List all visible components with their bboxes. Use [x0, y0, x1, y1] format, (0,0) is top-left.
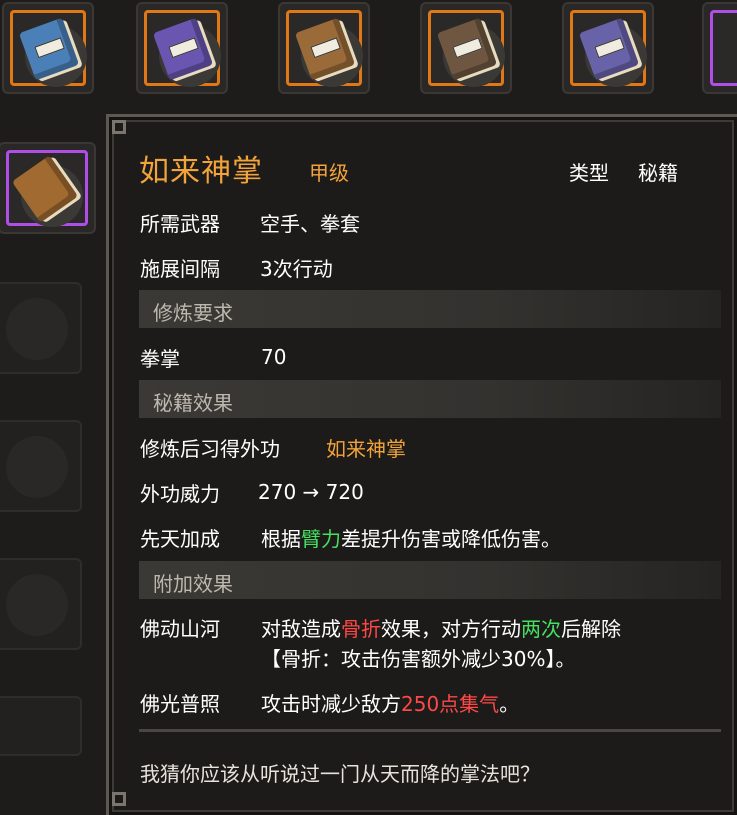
- inventory-slot-4[interactable]: [420, 2, 512, 94]
- interval-value: 3次行动: [260, 257, 333, 281]
- innate-text-pre: 根据: [261, 527, 301, 551]
- power-label: 外功威力: [140, 482, 220, 506]
- weapon-value: 空手、拳套: [260, 212, 360, 236]
- inventory-slot-2[interactable]: [136, 2, 228, 94]
- bonus-effect-2-red: 250点集气: [401, 692, 500, 716]
- bonus-effect-2-label: 佛光普照: [140, 692, 220, 716]
- innate-text-post: 差提升伤害或降低伤害。: [341, 527, 561, 551]
- inventory-slot-6[interactable]: [702, 2, 737, 94]
- effects-header-label: 秘籍效果: [153, 391, 233, 415]
- bonus-effect-2-pre: 攻击时减少敌方: [261, 692, 401, 716]
- book-label: [310, 37, 341, 59]
- inventory-slot-5[interactable]: [562, 2, 654, 94]
- panel-corner-ornament: [112, 792, 126, 806]
- book-label: [452, 37, 483, 59]
- bonus-effect-1-label: 佛动山河: [140, 617, 220, 641]
- bonus-effect-1-red: 骨折: [341, 617, 381, 641]
- item-name: 如来神掌: [139, 154, 263, 189]
- interval-label: 施展间隔: [140, 257, 220, 281]
- flavor-text: 我猜你应该从听说过一门从天而降的掌法吧？: [140, 762, 540, 786]
- book-label: [594, 37, 625, 59]
- inventory-slot-empty[interactable]: [0, 696, 82, 756]
- bonus-header: 附加效果: [139, 561, 721, 599]
- requirements-header-label: 修炼要求: [153, 301, 233, 325]
- type-value: 秘籍: [638, 161, 678, 185]
- skill-value: 70: [261, 345, 287, 369]
- inventory-slot-empty[interactable]: [0, 558, 82, 650]
- slot-frame: [710, 10, 737, 86]
- bonus-effect-2-post: 。: [499, 692, 520, 716]
- bonus-effect-1-green: 两次: [521, 617, 561, 641]
- slot-background: [6, 436, 68, 498]
- inventory-slot-1[interactable]: [2, 2, 94, 94]
- inventory-slot-empty[interactable]: [0, 282, 82, 374]
- power-value: 270 → 720: [258, 480, 364, 504]
- inventory-slot-3[interactable]: [278, 2, 370, 94]
- innate-text: 根据臂力差提升伤害或降低伤害。: [261, 523, 561, 552]
- bonus-effect-1-line2: 【骨折：攻击伤害额外减少30%】。: [261, 647, 576, 671]
- bonus-header-label: 附加效果: [153, 572, 233, 596]
- divider-line: [139, 729, 721, 732]
- weapon-label: 所需武器: [140, 212, 220, 236]
- skill-label: 拳掌: [140, 347, 180, 371]
- innate-highlight: 臂力: [301, 527, 341, 551]
- inventory-slot-selected[interactable]: [0, 142, 96, 234]
- effects-header: 秘籍效果: [139, 380, 721, 418]
- bonus-effect-1-mid: 效果，对方行动: [381, 617, 521, 641]
- book-label: [168, 37, 199, 59]
- innate-label: 先天加成: [140, 527, 220, 551]
- bonus-effect-1-post: 后解除: [561, 617, 621, 641]
- bonus-effect-2-text: 攻击时减少敌方250点集气。: [261, 688, 519, 717]
- panel-corner-ornament: [112, 120, 126, 134]
- slot-background: [6, 574, 68, 636]
- book-label: [34, 37, 65, 59]
- type-label: 类型: [569, 161, 609, 185]
- bonus-effect-1-text: 对敌造成骨折效果，对方行动两次后解除: [261, 613, 621, 642]
- learn-value: 如来神掌: [326, 437, 406, 461]
- inventory-slot-empty[interactable]: [0, 420, 82, 512]
- slot-background: [6, 298, 68, 360]
- learn-label: 修炼后习得外功: [140, 437, 280, 461]
- requirements-header: 修炼要求: [139, 290, 721, 328]
- bonus-effect-1-pre: 对敌造成: [261, 617, 341, 641]
- item-grade: 甲级: [309, 161, 349, 185]
